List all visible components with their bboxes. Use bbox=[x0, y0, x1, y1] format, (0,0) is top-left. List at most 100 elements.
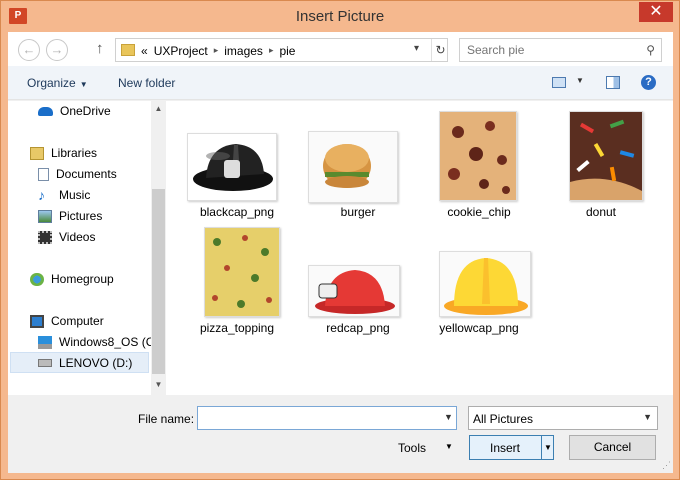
nav-item-label: LENOVO (D:) bbox=[59, 356, 133, 370]
file-item-blackcap[interactable]: blackcap_png bbox=[187, 111, 287, 223]
nav-item-homegroup[interactable]: Homegroup bbox=[30, 269, 114, 289]
title-bar: P Insert Picture ✕ bbox=[1, 1, 679, 33]
nav-item-pictures[interactable]: Pictures bbox=[38, 206, 102, 226]
chevron-right-icon[interactable]: ▸ bbox=[269, 45, 274, 56]
sidebar-scrollbar[interactable]: ▲ ▼ bbox=[151, 101, 166, 395]
nav-item-windows8-os[interactable]: Windows8_OS (C bbox=[38, 332, 151, 352]
file-name-input[interactable] bbox=[197, 406, 457, 430]
burger-image bbox=[309, 132, 397, 202]
up-arrow-icon[interactable]: ↑ bbox=[96, 40, 104, 58]
music-icon: ♪ bbox=[38, 186, 45, 203]
file-item-cookie-chip[interactable]: cookie_chip bbox=[429, 111, 529, 223]
nav-item-label: Libraries bbox=[51, 146, 98, 160]
nav-item-label: Computer bbox=[51, 314, 104, 328]
cookie-chip-thumbnail bbox=[439, 111, 517, 201]
file-item-yellowcap[interactable]: yellowcap_png bbox=[429, 227, 531, 339]
videos-icon bbox=[38, 230, 52, 244]
nav-item-lenovo-d[interactable]: LENOVO (D:) bbox=[38, 353, 132, 373]
file-item-pizza-topping[interactable]: pizza_topping bbox=[187, 227, 287, 339]
insert-label: Insert bbox=[489, 441, 520, 455]
documents-icon bbox=[38, 167, 49, 181]
burger-thumbnail bbox=[308, 131, 398, 203]
file-name: yellowcap_png bbox=[439, 321, 519, 335]
command-bar: Organize ▼ New folder ▼ ? bbox=[8, 66, 673, 100]
breadcrumb-uxproject[interactable]: UXProject bbox=[154, 44, 208, 58]
breadcrumb-overflow[interactable]: « bbox=[141, 44, 148, 58]
drive-icon bbox=[38, 359, 52, 367]
folder-icon bbox=[121, 44, 135, 56]
donut-thumbnail bbox=[569, 111, 643, 201]
file-name: donut bbox=[585, 205, 617, 219]
nav-item-music[interactable]: ♪ Music bbox=[38, 185, 90, 205]
tools-dropdown-icon[interactable]: ▼ bbox=[445, 442, 453, 451]
nav-item-label: Homegroup bbox=[51, 272, 114, 286]
nav-item-computer[interactable]: Computer bbox=[30, 311, 104, 331]
file-name: burger bbox=[340, 205, 376, 219]
file-name: blackcap_png bbox=[199, 205, 275, 219]
windows-drive-icon bbox=[38, 335, 52, 349]
help-icon[interactable]: ? bbox=[641, 75, 656, 90]
libraries-icon bbox=[30, 146, 44, 160]
breadcrumb-images[interactable]: images bbox=[224, 44, 263, 58]
file-item-donut[interactable]: donut bbox=[551, 111, 651, 223]
nav-item-label: OneDrive bbox=[60, 104, 111, 118]
file-name: redcap_png bbox=[326, 321, 390, 335]
nav-item-label: Pictures bbox=[59, 209, 103, 223]
insert-options-icon[interactable]: ▼ bbox=[541, 436, 554, 459]
nav-item-videos[interactable]: Videos bbox=[38, 227, 95, 247]
new-folder-button[interactable]: New folder bbox=[118, 76, 175, 90]
dialog-title: Insert Picture bbox=[295, 8, 385, 25]
scroll-down-icon[interactable]: ▼ bbox=[151, 377, 166, 392]
blackcap-thumbnail bbox=[187, 133, 277, 201]
organize-label: Organize bbox=[27, 76, 76, 90]
search-input[interactable] bbox=[467, 43, 637, 57]
preview-pane-icon[interactable] bbox=[606, 76, 620, 89]
black-helmet-image bbox=[193, 144, 273, 191]
address-row: ← → ↑ « UXProject ▸ images ▸ pie ▾ ↻ ⚲ bbox=[8, 32, 673, 66]
cookie-image bbox=[440, 112, 516, 200]
breadcrumb-pie[interactable]: pie bbox=[279, 44, 295, 58]
forward-button[interactable]: → bbox=[46, 39, 68, 61]
chevron-down-icon[interactable]: ▾ bbox=[414, 43, 419, 54]
nav-item-documents[interactable]: Documents bbox=[38, 164, 117, 184]
address-bar[interactable]: « UXProject ▸ images ▸ pie ▾ ↻ bbox=[115, 38, 448, 62]
refresh-icon[interactable]: ↻ bbox=[431, 39, 449, 61]
insert-button[interactable]: Insert ▼ bbox=[469, 435, 554, 460]
back-button[interactable]: ← bbox=[18, 39, 40, 61]
file-name: cookie_chip bbox=[447, 205, 511, 219]
search-box[interactable]: ⚲ bbox=[459, 38, 662, 62]
file-list: blackcap_png burger cookie_chip donut pi… bbox=[166, 101, 673, 395]
yellow-helmet-image bbox=[440, 252, 530, 316]
dialog-body: ← → ↑ « UXProject ▸ images ▸ pie ▾ ↻ ⚲ bbox=[8, 32, 673, 473]
file-item-burger[interactable]: burger bbox=[308, 111, 408, 223]
nav-item-onedrive[interactable]: OneDrive bbox=[38, 101, 111, 121]
navigation-pane: OneDrive Libraries Documents ♪ Music Pic… bbox=[8, 101, 151, 395]
chevron-down-icon[interactable]: ▼ bbox=[643, 412, 652, 422]
scroll-up-icon[interactable]: ▲ bbox=[151, 101, 166, 116]
file-type-select[interactable]: All Pictures ▼ bbox=[468, 406, 658, 430]
change-view-icon[interactable] bbox=[552, 77, 566, 88]
pizza-image bbox=[205, 228, 279, 316]
red-helmet-image bbox=[309, 266, 399, 316]
resize-grip-icon[interactable]: ⋰ bbox=[662, 460, 671, 471]
organize-button[interactable]: Organize ▼ bbox=[27, 76, 88, 90]
nav-item-label: Music bbox=[59, 188, 91, 202]
nav-item-libraries[interactable]: Libraries bbox=[30, 143, 97, 163]
homegroup-icon bbox=[30, 272, 44, 286]
pictures-icon bbox=[38, 209, 52, 223]
scrollbar-thumb[interactable] bbox=[152, 189, 165, 374]
yellowcap-thumbnail bbox=[439, 251, 531, 317]
pizza-topping-thumbnail bbox=[204, 227, 280, 317]
close-button[interactable]: ✕ bbox=[639, 2, 673, 22]
file-name-label: File name: bbox=[138, 412, 195, 426]
cancel-button[interactable]: Cancel bbox=[569, 435, 656, 460]
tools-button[interactable]: Tools bbox=[398, 441, 426, 455]
view-options-icon[interactable]: ▼ bbox=[576, 76, 584, 85]
computer-icon bbox=[30, 314, 44, 328]
search-icon[interactable]: ⚲ bbox=[646, 43, 655, 57]
nav-item-label: Videos bbox=[59, 230, 96, 244]
donut-image bbox=[570, 112, 642, 200]
breadcrumb: « UXProject ▸ images ▸ pie bbox=[141, 43, 301, 58]
chevron-right-icon[interactable]: ▸ bbox=[214, 45, 219, 56]
file-item-redcap[interactable]: redcap_png bbox=[308, 227, 408, 339]
